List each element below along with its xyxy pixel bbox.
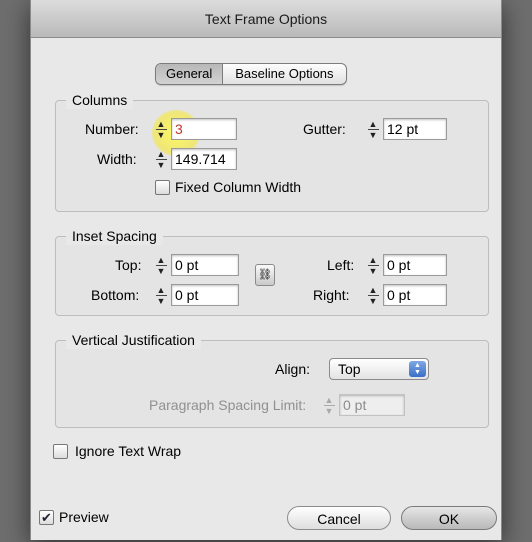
inset-bottom-field[interactable] <box>171 284 239 306</box>
stepper-down-icon: ▼ <box>324 405 334 416</box>
stepper-down-icon: ▼ <box>156 265 166 276</box>
tab-baseline-options[interactable]: Baseline Options <box>223 64 345 84</box>
align-select[interactable]: Top ▲ ▼ <box>329 358 429 380</box>
ignore-text-wrap-label: Ignore Text Wrap <box>75 443 182 459</box>
number-field[interactable] <box>171 118 237 140</box>
align-select-value: Top <box>338 361 361 377</box>
number-stepper[interactable]: ▲ ▼ <box>153 119 169 139</box>
paragraph-spacing-limit-label: Paragraph Spacing Limit: <box>149 397 307 413</box>
inset-top-field[interactable] <box>171 254 239 276</box>
stepper-down-icon: ▼ <box>368 265 378 276</box>
stepper-down-icon: ▼ <box>156 159 166 170</box>
inset-spacing-panel-title: Inset Spacing <box>66 227 163 245</box>
inset-top-label: Top: <box>115 257 142 273</box>
width-stepper[interactable]: ▲ ▼ <box>153 149 169 169</box>
inset-top-stepper[interactable]: ▲ ▼ <box>153 255 169 275</box>
preview-checkbox[interactable]: ✔ <box>39 510 54 525</box>
stepper-up-icon: ▲ <box>156 148 166 159</box>
width-field[interactable] <box>171 148 237 170</box>
inset-bottom-stepper[interactable]: ▲ ▼ <box>153 285 169 305</box>
align-label: Align: <box>275 361 311 377</box>
inset-right-field[interactable] <box>383 284 447 306</box>
cancel-button[interactable]: Cancel <box>287 506 391 530</box>
gutter-stepper[interactable]: ▲ ▼ <box>365 119 381 139</box>
inset-left-stepper[interactable]: ▲ ▼ <box>365 255 381 275</box>
stepper-up-icon: ▲ <box>156 284 166 295</box>
fixed-column-width-checkbox[interactable] <box>155 180 170 195</box>
select-arrows-icon: ▲ ▼ <box>409 361 426 377</box>
vertical-justification-panel-title: Vertical Justification <box>66 331 201 349</box>
width-label: Width: <box>97 151 137 167</box>
inset-right-label: Right: <box>313 287 350 303</box>
stepper-up-icon: ▲ <box>368 118 378 129</box>
inset-left-field[interactable] <box>383 254 447 276</box>
stepper-down-icon: ▼ <box>156 295 166 306</box>
paragraph-spacing-field <box>339 394 405 416</box>
stepper-down-icon: ▼ <box>368 129 378 140</box>
gutter-field[interactable] <box>383 118 447 140</box>
dialog-title: Text Frame Options <box>31 0 501 38</box>
stepper-up-icon: ▲ <box>368 254 378 265</box>
inset-right-stepper[interactable]: ▲ ▼ <box>365 285 381 305</box>
columns-panel-title: Columns <box>66 91 134 109</box>
stepper-down-icon: ▼ <box>368 295 378 306</box>
number-label: Number: <box>85 121 139 137</box>
gutter-label: Gutter: <box>303 121 346 137</box>
paragraph-spacing-stepper: ▲ ▼ <box>321 395 337 415</box>
preview-label: Preview <box>59 509 109 525</box>
inset-bottom-label: Bottom: <box>91 287 140 303</box>
ignore-text-wrap-checkbox[interactable] <box>53 444 68 459</box>
tab-general[interactable]: General <box>156 64 224 84</box>
inset-left-label: Left: <box>327 257 355 273</box>
stepper-up-icon: ▲ <box>156 118 166 129</box>
stepper-up-icon: ▲ <box>156 254 166 265</box>
stepper-up-icon: ▲ <box>368 284 378 295</box>
checkmark-icon: ✔ <box>41 510 52 525</box>
chain-link-icon[interactable]: ⛓ <box>255 264 275 286</box>
ok-button[interactable]: OK <box>401 506 497 530</box>
text-frame-options-dialog: Text Frame Options General Baseline Opti… <box>30 0 502 540</box>
tab-bar: General Baseline Options <box>155 63 347 85</box>
stepper-down-icon: ▼ <box>156 129 166 140</box>
fixed-column-width-label: Fixed Column Width <box>175 179 302 195</box>
stepper-up-icon: ▲ <box>324 394 334 405</box>
